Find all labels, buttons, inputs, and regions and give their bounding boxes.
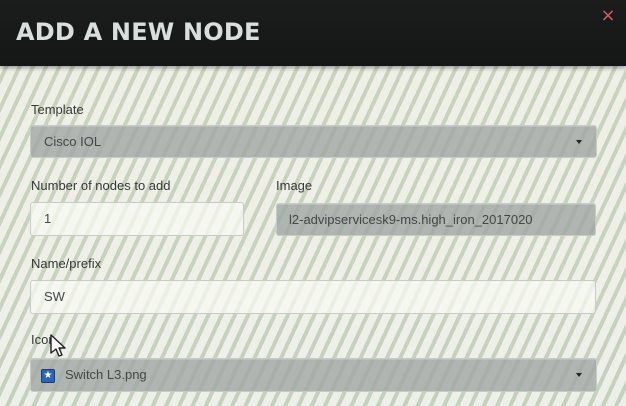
modal-title: ADD A NEW NODE [16,18,261,46]
modal-header: ADD A NEW NODE × [0,0,626,66]
caret-down-icon [576,373,582,377]
template-select[interactable]: Cisco IOL [30,125,597,158]
node-count-label: Number of nodes to add [31,178,171,193]
image-selected-value: l2-advipservicesk9-ms.high_iron_2017020 [289,211,533,227]
name-prefix-label: Name/prefix [31,256,102,271]
add-new-node-modal: ADD A NEW NODE × Template Cisco IOL Numb… [0,0,626,406]
node-count-input[interactable]: 1 [30,202,244,236]
node-count-value: 1 [44,211,52,226]
name-prefix-value: SW [44,289,65,304]
image-label: Image [276,178,313,193]
template-selected-value: Cisco IOL [44,133,102,149]
icon-select[interactable]: ★ Switch L3.png [30,358,597,392]
template-label: Template [31,102,84,117]
icon-selected-value: Switch L3.png [65,367,147,382]
caret-down-icon [576,139,582,144]
mouse-pointer-icon [50,334,66,357]
close-icon[interactable]: × [600,7,616,25]
name-prefix-input[interactable]: SW [30,280,596,314]
image-select[interactable]: l2-advipservicesk9-ms.high_iron_2017020 [276,203,596,236]
star-icon: ★ [41,369,55,383]
